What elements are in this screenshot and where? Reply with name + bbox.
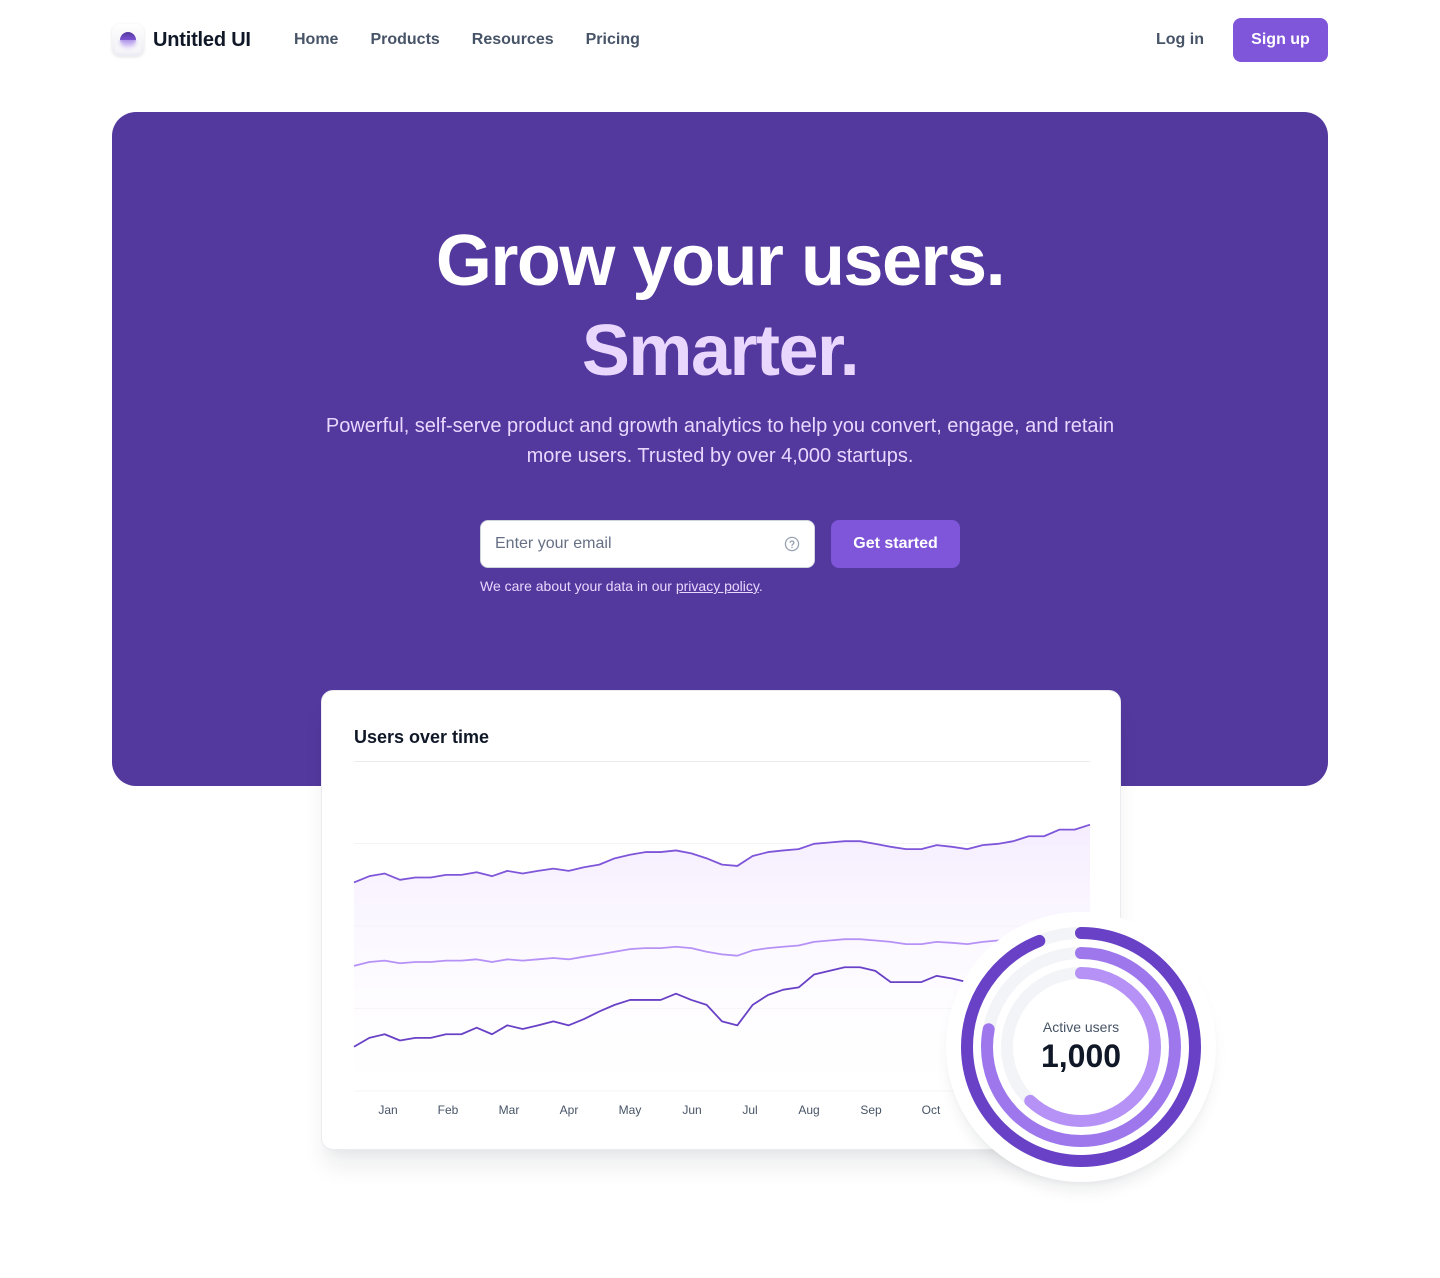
nav-item-home[interactable]: Home: [294, 30, 338, 50]
email-field-wrapper: [480, 520, 815, 568]
email-input[interactable]: [481, 521, 784, 567]
donut-label: Active users: [1042, 1019, 1120, 1035]
nav-item-resources[interactable]: Resources: [472, 30, 554, 50]
top-navbar: Untitled UI Home Products Resources Pric…: [0, 0, 1440, 80]
active-users-donut: Active users 1,000: [946, 912, 1216, 1182]
x-tick-label: Apr: [560, 1103, 579, 1117]
help-circle-icon[interactable]: [784, 536, 800, 552]
x-tick-label: Jul: [742, 1103, 757, 1117]
headline-line-1: Grow your users.: [435, 221, 1006, 301]
x-tick-label: May: [619, 1103, 642, 1117]
get-started-button[interactable]: Get started: [831, 520, 960, 568]
nav-item-products[interactable]: Products: [370, 30, 439, 50]
hero-headline: Grow your users. Smarter.: [112, 216, 1328, 396]
donut-value: 1,000: [1040, 1038, 1122, 1074]
x-tick-label: Mar: [499, 1103, 520, 1117]
privacy-note: We care about your data in our privacy p…: [480, 576, 763, 596]
nav-item-pricing[interactable]: Pricing: [586, 30, 640, 50]
brand-name: Untitled UI: [153, 28, 251, 51]
hero-subtext: Powerful, self-serve product and growth …: [325, 415, 1115, 467]
login-link[interactable]: Log in: [1156, 30, 1204, 50]
brand-logo[interactable]: Untitled UI: [112, 24, 251, 56]
signup-button[interactable]: Sign up: [1233, 18, 1328, 62]
x-tick-label: Sep: [860, 1103, 882, 1117]
privacy-policy-link[interactable]: privacy policy: [676, 578, 759, 594]
x-tick-label: Jan: [378, 1103, 397, 1117]
x-tick-label: Jun: [682, 1103, 701, 1117]
x-tick-label: Feb: [438, 1103, 459, 1117]
headline-line-2: Smarter.: [581, 311, 860, 391]
main-nav: Home Products Resources Pricing: [294, 30, 640, 50]
privacy-suffix: .: [758, 578, 763, 594]
x-tick-label: Aug: [798, 1103, 819, 1117]
x-tick-label: Oct: [922, 1103, 941, 1117]
hero-section: Grow your users. Smarter. Powerful, self…: [112, 112, 1328, 786]
logo-mark-icon: [112, 24, 144, 56]
privacy-prefix: We care about your data in our: [480, 578, 676, 594]
